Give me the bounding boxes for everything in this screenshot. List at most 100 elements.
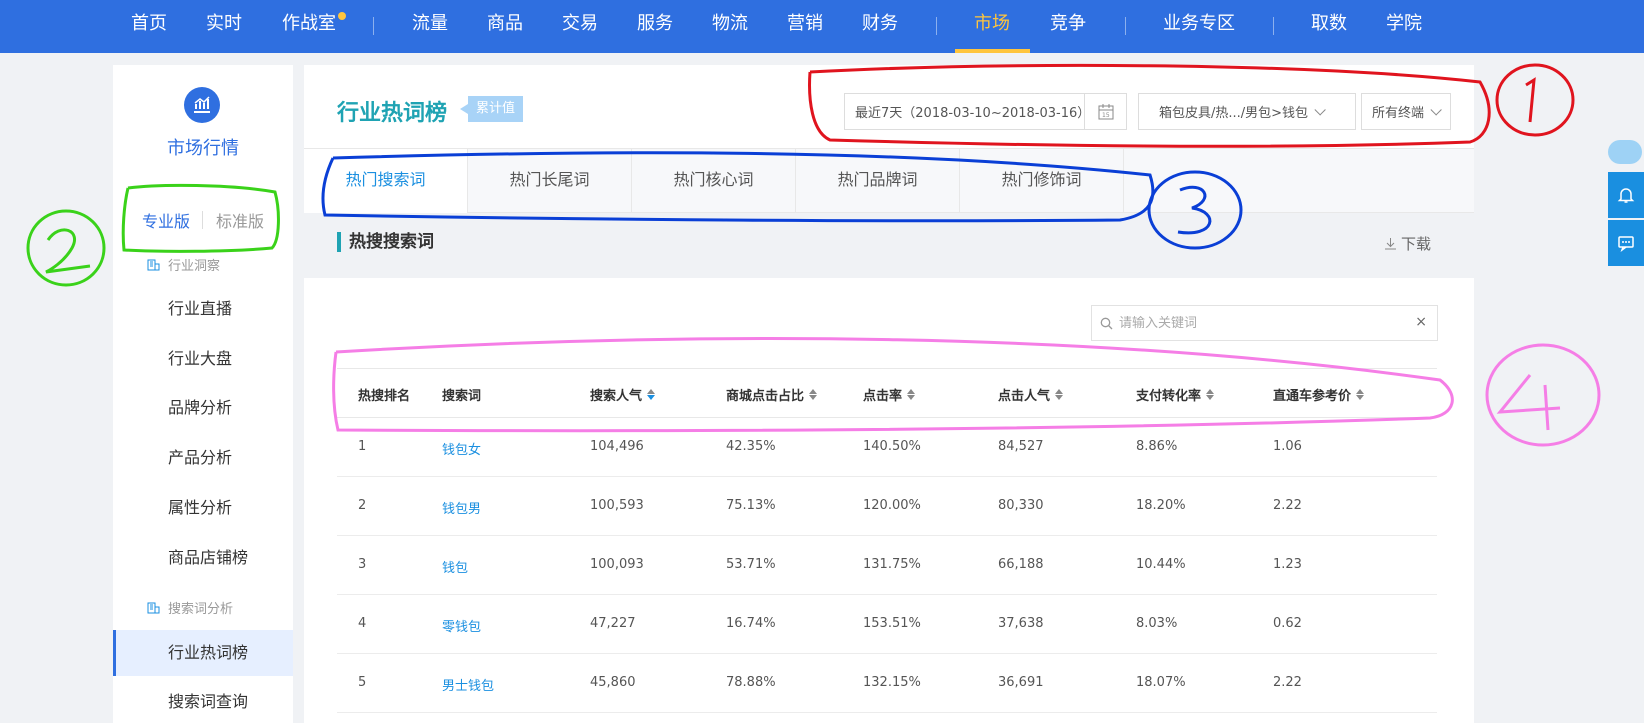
- version-pro-tab[interactable]: 专业版: [142, 208, 190, 232]
- nav-item-competition[interactable]: 竞争: [1050, 0, 1086, 53]
- clear-icon[interactable]: ×: [1415, 314, 1427, 330]
- sidebar-item-keyword-query[interactable]: 搜索词查询: [113, 679, 293, 723]
- section-header: 热搜搜索词 下载: [304, 213, 1474, 278]
- nav-item-logistics[interactable]: 物流: [712, 0, 748, 53]
- cell-ctr: 131.75%: [863, 557, 921, 572]
- chart-icon: [184, 87, 220, 123]
- download-label: 下载: [1401, 235, 1432, 253]
- nav-item-realtime[interactable]: 实时: [206, 0, 242, 53]
- sidebar-item-hot-words[interactable]: 行业热词榜: [113, 630, 293, 676]
- col-header-keyword: 搜索词: [442, 389, 482, 404]
- cell-search-popularity: 100,593: [590, 498, 644, 513]
- cloud-mascot-icon: [1608, 140, 1642, 164]
- nav-item-academy[interactable]: 学院: [1386, 0, 1422, 53]
- sidebar-item-attribute-analysis[interactable]: 属性分析: [113, 485, 293, 531]
- search-icon: [1100, 317, 1113, 329]
- tab-modifier-words[interactable]: 热门修饰词: [960, 149, 1124, 214]
- category-select[interactable]: 箱包皮具/热.../男包>钱包: [1138, 93, 1356, 130]
- cell-ppc-price: 0.62: [1273, 616, 1302, 631]
- sidebar-item-industry-live[interactable]: 行业直播: [113, 286, 293, 332]
- cell-ctr: 120.00%: [863, 498, 921, 513]
- download-button[interactable]: 下载: [1384, 233, 1431, 254]
- cell-keyword-link[interactable]: 零钱包: [442, 616, 481, 635]
- cell-ppc-price: 2.22: [1273, 675, 1302, 690]
- sidebar-group-search-analysis: 搜索词分析: [147, 598, 233, 617]
- table-row: 4 零钱包 47,227 16.74% 153.51% 37,638 8.03%…: [337, 595, 1437, 654]
- sort-icon: [647, 389, 656, 400]
- nav-divider: [1125, 17, 1126, 35]
- cell-rank: 2: [358, 498, 367, 513]
- terminal-value: 所有终端: [1372, 106, 1425, 121]
- sidebar: 市场行情 专业版 标准版 行业洞察 行业直播 行业大盘 品牌分析 产品分析 属性…: [113, 65, 293, 723]
- cell-search-popularity: 45,860: [590, 675, 636, 690]
- cell-ppc-price: 1.23: [1273, 557, 1302, 572]
- chat-icon[interactable]: [1608, 220, 1644, 266]
- version-divider: [202, 211, 203, 229]
- nav-divider: [936, 17, 937, 35]
- sidebar-group-label: 行业洞察: [168, 259, 221, 274]
- nav-item-service[interactable]: 服务: [637, 0, 673, 53]
- nav-item-home[interactable]: 首页: [131, 0, 167, 53]
- col-header-rank: 热搜排名: [358, 389, 411, 404]
- cell-click-popularity: 37,638: [998, 616, 1044, 631]
- sidebar-item-shop-ranking[interactable]: 商品店铺榜: [113, 535, 293, 581]
- terminal-select[interactable]: 所有终端: [1361, 93, 1451, 130]
- cell-conversion: 8.03%: [1136, 616, 1178, 631]
- cell-conversion: 8.86%: [1136, 439, 1178, 454]
- nav-item-finance[interactable]: 财务: [862, 0, 898, 53]
- cell-mall-click-ratio: 42.35%: [726, 439, 776, 454]
- sidebar-item-brand-analysis[interactable]: 品牌分析: [113, 385, 293, 431]
- cell-keyword-link[interactable]: 钱包女: [442, 439, 481, 458]
- tab-hot-search[interactable]: 热门搜索词: [304, 149, 468, 215]
- nav-item-warroom[interactable]: 作战室: [282, 0, 336, 53]
- keyword-search-input[interactable]: [1119, 315, 1409, 331]
- cell-conversion: 18.07%: [1136, 675, 1186, 690]
- sidebar-item-industry-overview[interactable]: 行业大盘: [113, 336, 293, 382]
- green-annotation-number-circle: [26, 209, 106, 287]
- col-header-search-popularity[interactable]: 搜索人气: [590, 385, 656, 404]
- cell-rank: 5: [358, 675, 367, 690]
- col-header-ctr[interactable]: 点击率: [863, 385, 916, 404]
- calendar-icon[interactable]: 15: [1084, 94, 1126, 129]
- tab-long-tail[interactable]: 热门长尾词: [468, 149, 632, 214]
- col-header-click-popularity[interactable]: 点击人气: [998, 385, 1064, 404]
- cell-mall-click-ratio: 53.71%: [726, 557, 776, 572]
- category-value: 箱包皮具/热.../男包>钱包: [1159, 106, 1309, 121]
- nav-item-data-fetch[interactable]: 取数: [1311, 0, 1347, 53]
- date-range-picker[interactable]: 最近7天（2018-03-10~2018-03-16） 15: [844, 93, 1127, 130]
- sidebar-item-product-analysis[interactable]: 产品分析: [113, 435, 293, 481]
- nav-item-traffic[interactable]: 流量: [412, 0, 448, 53]
- version-standard-tab[interactable]: 标准版: [216, 208, 264, 232]
- nav-item-product[interactable]: 商品: [487, 0, 523, 53]
- tab-core-words[interactable]: 热门核心词: [632, 149, 796, 214]
- bell-icon[interactable]: [1608, 172, 1644, 218]
- nav-item-marketing[interactable]: 营销: [787, 0, 823, 53]
- sort-icon: [907, 389, 916, 400]
- table-header: 热搜排名 搜索词 搜索人气 商城点击占比 点击率 点击人气 支付转化率 直通车参…: [337, 368, 1437, 418]
- col-header-mall-click-ratio[interactable]: 商城点击占比: [726, 385, 818, 404]
- top-nav: 首页 实时 作战室 流量 商品 交易 服务 物流 营销 财务 市场 竞争 业务专…: [0, 0, 1644, 53]
- chevron-down-icon: [1314, 103, 1326, 116]
- tab-brand-words[interactable]: 热门品牌词: [796, 149, 960, 214]
- notification-dot: [338, 12, 346, 20]
- nav-item-market[interactable]: 市场: [974, 0, 1010, 53]
- section-title: 热搜搜索词: [337, 232, 434, 252]
- cell-keyword-link[interactable]: 钱包: [442, 557, 468, 576]
- cell-click-popularity: 84,527: [998, 439, 1044, 454]
- sidebar-group-label: 搜索词分析: [168, 602, 234, 617]
- cell-click-popularity: 36,691: [998, 675, 1044, 690]
- cell-keyword-link[interactable]: 男士钱包: [442, 675, 494, 694]
- page-title: 行业热词榜: [337, 101, 448, 126]
- tab-bar: 热门搜索词 热门长尾词 热门核心词 热门品牌词 热门修饰词: [304, 148, 1474, 215]
- cell-search-popularity: 104,496: [590, 439, 644, 454]
- nav-item-business-zone[interactable]: 业务专区: [1163, 0, 1235, 53]
- sort-icon: [809, 389, 818, 400]
- cell-click-popularity: 80,330: [998, 498, 1044, 513]
- table-row: 2 钱包男 100,593 75.13% 120.00% 80,330 18.2…: [337, 477, 1437, 536]
- col-header-ppc-price[interactable]: 直通车参考价: [1273, 385, 1365, 404]
- col-header-conversion[interactable]: 支付转化率: [1136, 385, 1215, 404]
- sort-icon: [1206, 389, 1215, 400]
- nav-item-trade[interactable]: 交易: [562, 0, 598, 53]
- cell-keyword-link[interactable]: 钱包男: [442, 498, 481, 517]
- cell-mall-click-ratio: 75.13%: [726, 498, 776, 513]
